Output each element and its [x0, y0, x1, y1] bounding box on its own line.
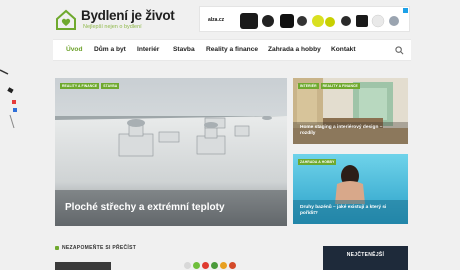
article-thumbnail[interactable]	[55, 262, 111, 270]
main-nav: Úvod Dům a byt Interiér Stavba Reality a…	[53, 39, 411, 61]
tag-zahrada-a-hobby[interactable]: ZAHRADA A HOBBY	[298, 159, 337, 165]
tag-interier[interactable]: INTERIÉR	[298, 83, 319, 89]
featured-article-tags: REALITY A FINANCE STAVBA	[60, 83, 120, 89]
nav-item-zahrada-a-hobby[interactable]: Zahrada a hobby	[268, 40, 321, 60]
page: Bydlení je život Nejlepší nejen o bydlen…	[53, 0, 411, 270]
most-read-title: NEJČTENĚJŠÍ	[346, 252, 385, 258]
ad-close-icon[interactable]	[403, 8, 408, 13]
nav-item-interier[interactable]: Interiér	[137, 40, 159, 60]
nav-item-dum-a-byt[interactable]: Dům a byt	[94, 40, 126, 60]
colored-items-image[interactable]	[184, 262, 236, 269]
article-tags-bazeny: ZAHRADA A HOBBY	[298, 159, 337, 165]
earbuds-image	[240, 13, 399, 29]
article-title-home-staging[interactable]: Home staging a interiérový design – rozd…	[300, 125, 396, 137]
logo-subtitle: Nejlepší nejen o bydlení	[83, 24, 142, 30]
article-card-home-staging[interactable]: INTERIÉR REALITY A FINANCE Home staging …	[293, 78, 408, 144]
tag-reality-a-finance[interactable]: REALITY A FINANCE	[320, 83, 360, 89]
dont-miss-heading: NEZAPOMEŇTE SI PŘEČÍST	[55, 245, 136, 251]
dont-miss-label: NEZAPOMEŇTE SI PŘEČÍST	[62, 245, 137, 251]
featured-article-title[interactable]: Ploché střechy a extrémní teploty	[65, 202, 225, 213]
nav-item-reality-a-finance[interactable]: Reality a finance	[206, 40, 258, 60]
house-heart-logo-icon	[56, 9, 76, 30]
article-tags-home-staging: INTERIÉR REALITY A FINANCE	[298, 83, 360, 89]
logo-title: Bydlení je život	[81, 8, 175, 23]
site-logo[interactable]: Bydlení je život Nejlepší nejen o bydlen…	[55, 8, 185, 34]
nav-item-kontakt[interactable]: Kontakt	[331, 40, 356, 60]
tag-reality-a-finance[interactable]: REALITY A FINANCE	[60, 83, 100, 89]
nav-item-stavba[interactable]: Stavba	[173, 40, 195, 60]
most-read-box: NEJČTENĚJŠÍ	[323, 246, 408, 270]
tag-stavba[interactable]: STAVBA	[101, 83, 120, 89]
ad-banner[interactable]: alza.cz	[199, 6, 410, 32]
nav-item-uvod[interactable]: Úvod	[66, 40, 82, 60]
article-title-bazeny[interactable]: Druhy bazénů – jaké existují a který si …	[300, 205, 396, 217]
featured-article-card[interactable]: REALITY A FINANCE STAVBA Ploché střechy …	[55, 78, 287, 226]
side-decoration	[0, 69, 17, 129]
search-icon[interactable]	[395, 46, 404, 55]
ad-brand: alza.cz	[208, 17, 225, 23]
section-bullet-icon	[55, 246, 59, 250]
article-card-bazeny[interactable]: ZAHRADA A HOBBY Druhy bazénů – jaké exis…	[293, 154, 408, 224]
